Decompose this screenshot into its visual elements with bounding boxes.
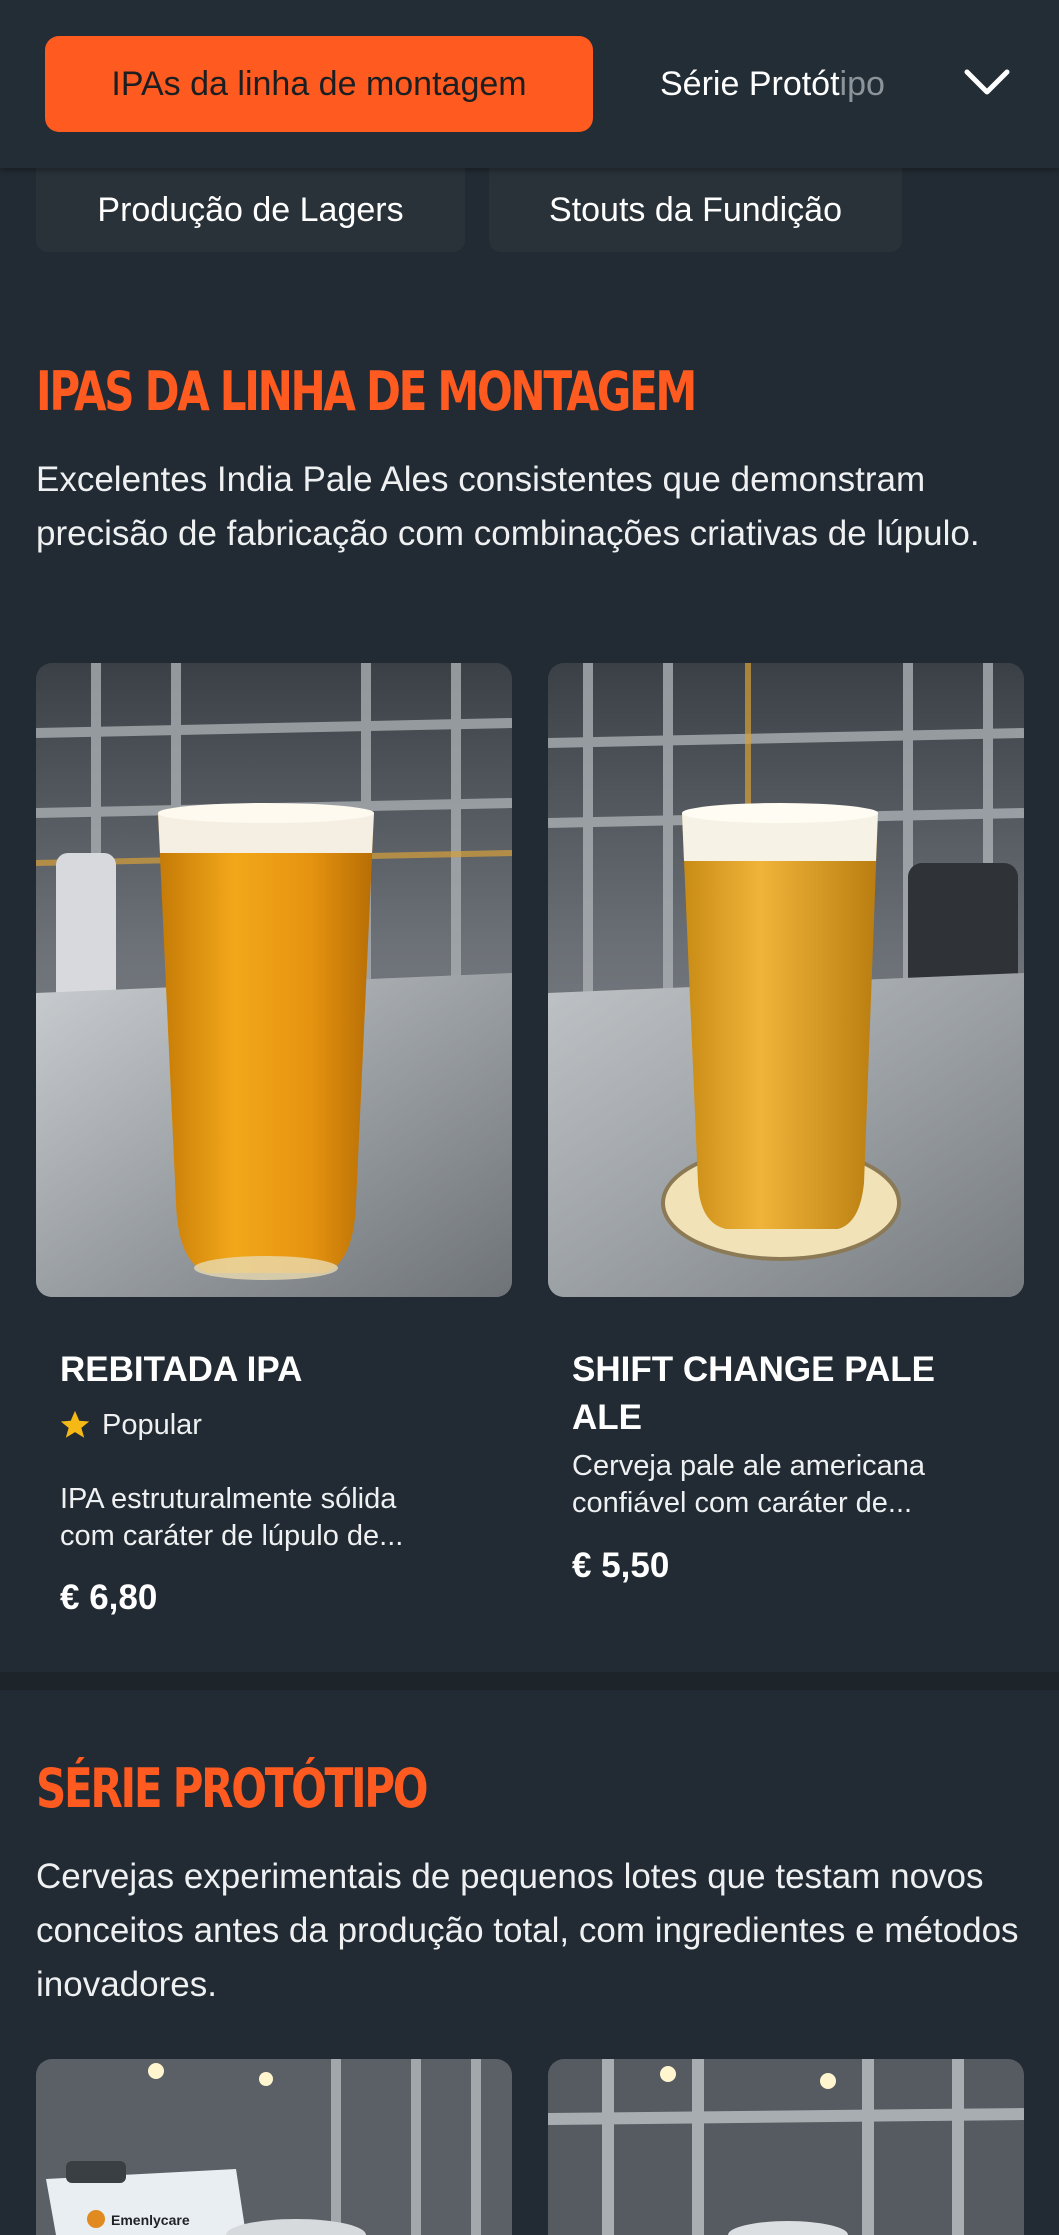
product-image-shift-change-pale-ale[interactable]	[548, 663, 1024, 1297]
tab-lager-production[interactable]: Produção de Lagers	[36, 168, 465, 252]
beer-glass-photo	[36, 663, 512, 1297]
product-image-prototype-2[interactable]	[548, 2059, 1024, 2235]
tab-assembly-line-ipas[interactable]: IPAs da linha de montagem	[45, 36, 593, 132]
product-price-shift-change-pale-ale: € 5,50	[572, 1546, 670, 1585]
section-description-prototype: Cervejas experimentais de pequenos lotes…	[36, 1857, 1019, 2004]
product-image-rebitada-ipa[interactable]	[36, 663, 512, 1297]
clipboard-text: Emenlycare	[111, 2212, 190, 2228]
product-name-line: SHIFT CHANGE PALE	[572, 1350, 935, 1389]
subcategory-tabs: Produção de Lagers Stouts da Fundição	[0, 168, 1059, 252]
product-image-prototype-1[interactable]: Emenlycare	[36, 2059, 512, 2235]
description-line: com caráter de lúpulo de...	[60, 1520, 404, 1552]
popular-badge: Popular	[58, 1408, 202, 1442]
description-line: IPA estruturalmente sólida	[60, 1483, 397, 1515]
description-line: confiável com caráter de...	[572, 1487, 913, 1519]
tab-prototype-label: Série Protót	[660, 64, 840, 103]
section-description-ipas: Excelentes India Pale Ales consistentes …	[36, 460, 980, 553]
section-title-prototype: Série Protótipo	[36, 1757, 429, 1820]
product-description-shift-change-pale-ale: Cerveja pale ale americana confiável com…	[572, 1448, 925, 1522]
description-line: Cerveja pale ale americana	[572, 1450, 926, 1482]
star-icon	[60, 1410, 90, 1438]
product-name-rebitada-ipa[interactable]: REBITADA IPA	[60, 1346, 302, 1394]
tab-prototype-label-faded: ipo	[839, 64, 885, 103]
product-price-rebitada-ipa: € 6,80	[60, 1578, 158, 1617]
popular-badge-label: Popular	[102, 1408, 202, 1441]
tab-foundry-stouts[interactable]: Stouts da Fundição	[489, 168, 902, 252]
product-description-rebitada-ipa: IPA estruturalmente sólida com caráter d…	[60, 1481, 403, 1555]
section-title-ipas: IPAs da linha de montagem	[36, 360, 697, 423]
category-tab-bar: IPAs da linha de montagem Série Protót ip…	[0, 0, 1059, 168]
beer-glass-photo	[548, 663, 1024, 1297]
product-name-line: ALE	[572, 1398, 642, 1437]
chevron-down-icon[interactable]	[962, 64, 1012, 100]
brewery-photo: Emenlycare	[36, 2059, 512, 2235]
section-divider	[0, 1672, 1059, 1690]
product-name-shift-change-pale-ale[interactable]: SHIFT CHANGE PALE ALE	[572, 1346, 935, 1442]
brewery-photo	[548, 2059, 1024, 2235]
tab-prototype-series[interactable]: Série Protót ipo	[660, 36, 885, 132]
